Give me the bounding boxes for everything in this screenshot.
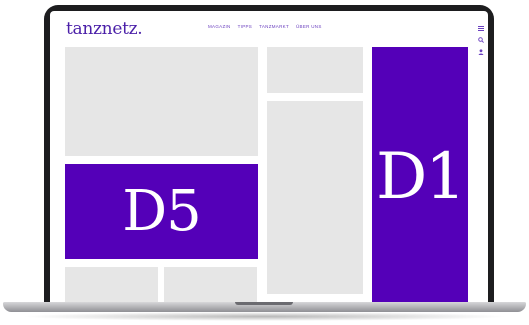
menu-icon[interactable]: [478, 26, 484, 31]
content-placeholder-large: [65, 47, 258, 156]
ad-slot-d5[interactable]: D5: [65, 164, 258, 259]
nav-item-tanzmarkt[interactable]: TANZMARKT: [259, 24, 289, 29]
laptop-shadow: [20, 312, 509, 321]
content-placeholder-tall: [267, 101, 363, 294]
nav-item-magazin[interactable]: MAGAZIN: [208, 24, 231, 29]
content-placeholder-bottom-left: [65, 267, 158, 302]
site-logo[interactable]: tanznetz.: [66, 19, 143, 39]
content-placeholder-bottom-middle: [164, 267, 257, 302]
user-icon[interactable]: [478, 49, 484, 55]
search-icon[interactable]: [478, 37, 484, 43]
ad-d5-label: D5: [122, 179, 202, 244]
laptop-hinge-notch: [235, 302, 293, 305]
laptop-screen: tanznetz. MAGAZIN TIPPS TANZMARKT ÜBER U…: [50, 11, 488, 302]
main-navigation: MAGAZIN TIPPS TANZMARKT ÜBER UNS: [208, 24, 322, 29]
ad-slot-d1[interactable]: D1: [372, 47, 468, 302]
content-placeholder-small: [267, 47, 363, 93]
ad-d1-label: D1: [375, 140, 466, 214]
header-icons: [477, 26, 485, 55]
nav-item-tipps[interactable]: TIPPS: [238, 24, 253, 29]
nav-item-ueber-uns[interactable]: ÜBER UNS: [296, 24, 322, 29]
